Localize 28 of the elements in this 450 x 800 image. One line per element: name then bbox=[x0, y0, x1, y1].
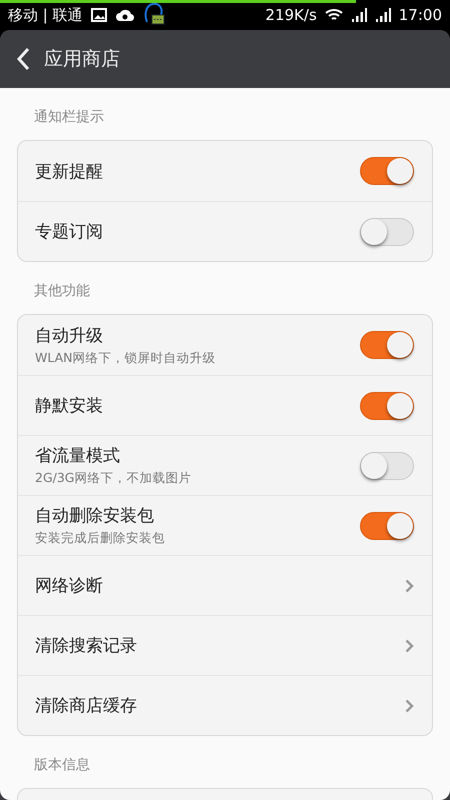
section-header: 版本信息 bbox=[33, 756, 91, 775]
setting-label: 自动升级 bbox=[35, 324, 104, 346]
settings-row[interactable]: 更新提醒 bbox=[18, 141, 432, 201]
section-header: 其他功能 bbox=[33, 282, 91, 301]
carrier-label: 移动 | 联通 bbox=[8, 6, 83, 24]
setting-description: 安装完成后删除安装包 bbox=[35, 530, 166, 547]
settings-row[interactable]: 静默安装 bbox=[18, 375, 432, 435]
header-title: 应用商店 bbox=[44, 47, 120, 72]
setting-label: 专题订阅 bbox=[35, 221, 104, 243]
settings-row[interactable]: 清除搜索记录 bbox=[18, 615, 432, 675]
settings-row[interactable]: 专题订阅 bbox=[18, 201, 432, 261]
network-speed: 219K/s bbox=[265, 6, 317, 24]
setting-label: 自动删除安装包 bbox=[35, 505, 155, 527]
settings-row[interactable]: 自动升级 WLAN网络下，锁屏时自动升级 bbox=[18, 315, 432, 375]
clock: 17:00 bbox=[398, 6, 442, 24]
setting-label: 网络诊断 bbox=[35, 575, 104, 597]
setting-label: 清除商店缓存 bbox=[35, 695, 138, 717]
setting-description: WLAN网络下，锁屏时自动升级 bbox=[35, 350, 217, 366]
settings-row[interactable]: 自动删除安装包 安装完成后删除安装包 bbox=[18, 495, 432, 555]
settings-row[interactable]: 网络诊断 bbox=[18, 555, 432, 615]
setting-description: 2G/3G网络下，不加载图片 bbox=[35, 470, 192, 487]
settings-row[interactable]: 省流量模式 2G/3G网络下，不加载图片 bbox=[18, 435, 432, 495]
setting-label: 更新提醒 bbox=[35, 160, 104, 182]
setting-label: 清除搜索记录 bbox=[35, 635, 138, 657]
settings-row[interactable]: 清除商店缓存 bbox=[18, 675, 432, 735]
setting-label: 省流量模式 bbox=[35, 445, 121, 467]
section-header: 通知栏提示 bbox=[33, 108, 105, 127]
setting-label: 静默安装 bbox=[35, 395, 104, 417]
